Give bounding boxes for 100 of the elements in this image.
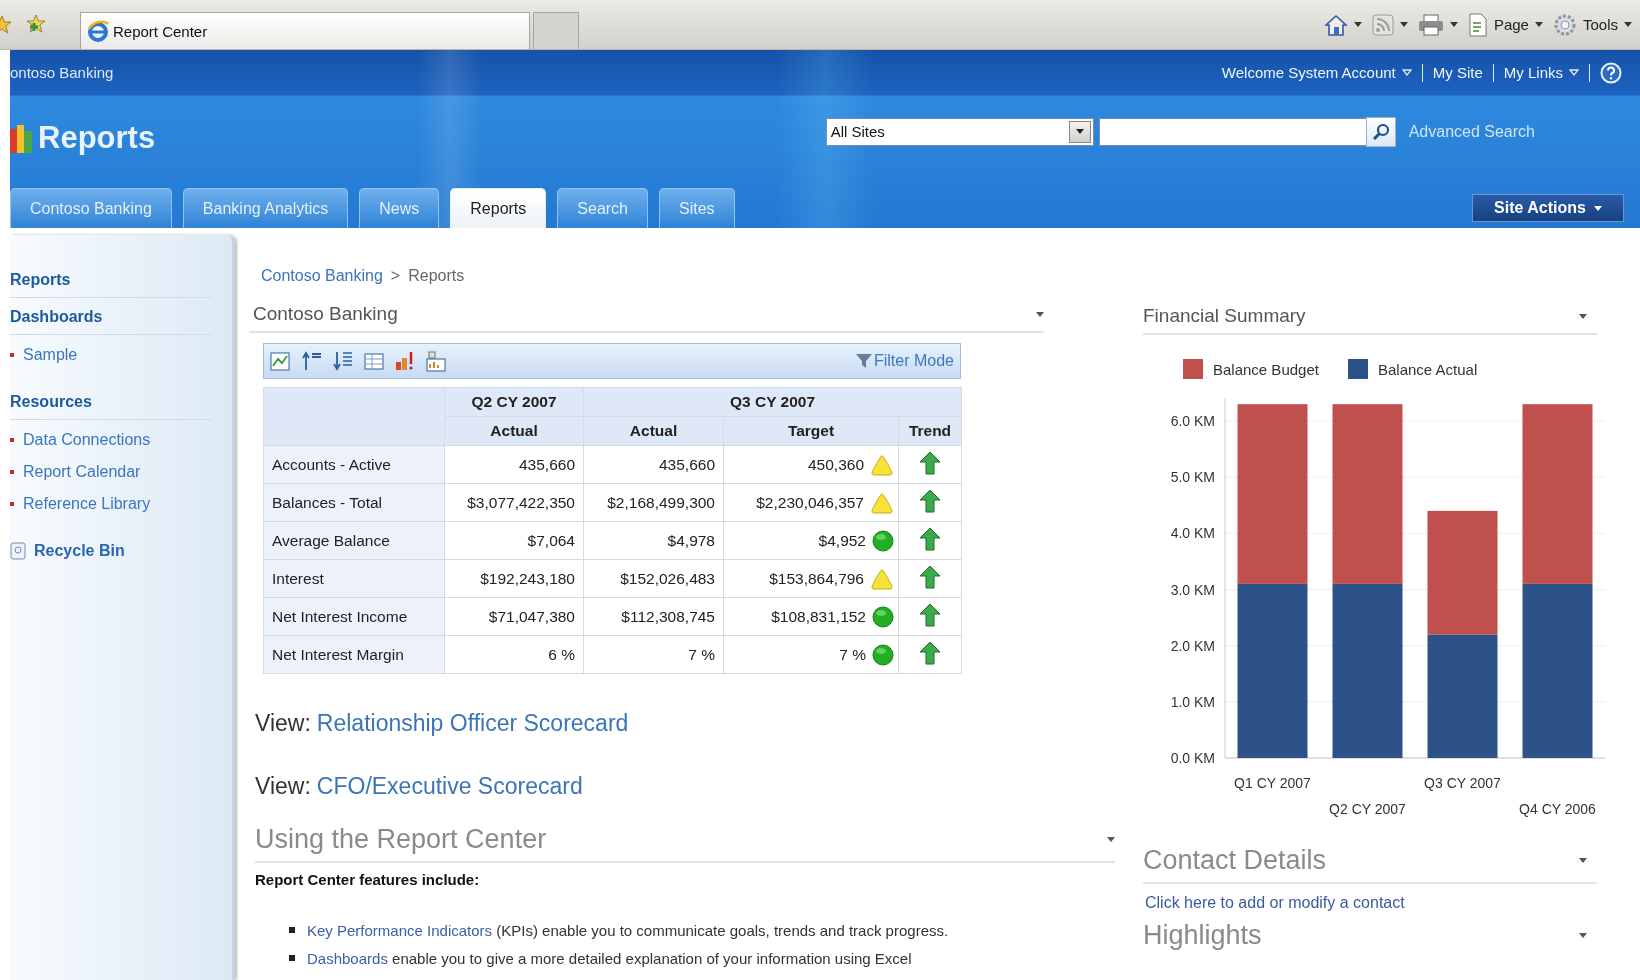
- scorecard-link[interactable]: CFO/Executive Scorecard: [316, 773, 583, 800]
- tab-title: Report Center: [113, 22, 208, 40]
- menu-caret-icon[interactable]: [1579, 933, 1587, 938]
- table-cell: $2,230,046,357: [756, 493, 864, 512]
- menu-caret-icon[interactable]: [1401, 69, 1412, 76]
- bullet-icon: [10, 470, 14, 474]
- gear-icon[interactable]: [1552, 12, 1577, 37]
- table-chart-icon[interactable]: [425, 350, 447, 372]
- table-cell: 7 %: [839, 645, 866, 664]
- column-header: Target: [723, 416, 899, 446]
- view-label: View:: [255, 710, 311, 737]
- site-name[interactable]: ontoso Banking: [10, 64, 114, 81]
- dropdown-caret-icon[interactable]: [1353, 22, 1362, 27]
- sort-down-icon[interactable]: [332, 350, 354, 372]
- breadcrumb-link[interactable]: Contoso Banking: [261, 267, 383, 285]
- home-icon[interactable]: [1323, 13, 1348, 36]
- axis-category-label: Q1 CY 2007: [1234, 775, 1311, 791]
- row-label: Net Interest Income: [263, 597, 445, 636]
- table-cell: $4,952: [818, 531, 866, 550]
- row-label: Net Interest Margin: [263, 635, 445, 674]
- grid-icon[interactable]: [363, 350, 385, 372]
- menu-caret-icon[interactable]: [1036, 311, 1044, 317]
- nav-heading[interactable]: Resources: [10, 387, 212, 420]
- axis-tick-label: 5.0 KM: [1170, 469, 1215, 486]
- table-cell: 435,660: [583, 445, 724, 484]
- column-group-header: Q2 CY 2007: [444, 387, 584, 417]
- bullet-icon: [10, 438, 14, 442]
- webpart-title: Using the Report Center: [255, 824, 547, 855]
- sort-up-icon[interactable]: [301, 350, 323, 372]
- table-cell: $7,064: [444, 521, 584, 560]
- nav-tab[interactable]: Reports: [450, 188, 547, 228]
- nav-link[interactable]: Reference Library: [23, 495, 151, 513]
- scope-dropdown[interactable]: All Sites: [825, 117, 1094, 146]
- column-group-header: Q3 CY 2007: [583, 387, 962, 417]
- axis-tick-label: 0.0 KM: [1170, 750, 1215, 766]
- legend-label: Balance Actual: [1378, 361, 1478, 378]
- scorecard-link[interactable]: Relationship Officer Scorecard: [316, 710, 629, 737]
- dropdown-arrow-icon[interactable]: [1075, 129, 1084, 134]
- table-cell: $152,026,483: [583, 559, 724, 598]
- search-field[interactable]: [1098, 117, 1367, 146]
- toolbar-command[interactable]: Tools: [1582, 16, 1618, 33]
- site-actions-button[interactable]: Site Actions: [1472, 194, 1624, 222]
- dropdown-caret-icon[interactable]: [1593, 205, 1602, 211]
- nav-link[interactable]: Report Calendar: [23, 463, 141, 481]
- axis-tick-label: 6.0 KM: [1170, 413, 1215, 429]
- table-cell: 7 %: [583, 635, 724, 674]
- menu-caret-icon[interactable]: [1579, 858, 1587, 863]
- column-header: Trend: [898, 416, 962, 446]
- row-label: Balances - Total: [263, 483, 445, 522]
- row-label: Accounts - Active: [263, 445, 445, 484]
- webpart-title: Financial Summary: [1143, 305, 1306, 327]
- axis-category-label: Q2 CY 2007: [1329, 801, 1406, 817]
- table-cell: $71,047,380: [444, 597, 584, 636]
- column-header: Actual: [583, 416, 724, 446]
- table-cell: $4,978: [583, 521, 724, 560]
- axis-category-label: Q4 CY 2006: [1519, 801, 1596, 817]
- header-link[interactable]: My Links: [1503, 64, 1563, 81]
- menu-caret-icon[interactable]: [1107, 837, 1115, 842]
- feature-link[interactable]: Dashboards: [307, 949, 388, 967]
- legend-label: Balance Budget: [1213, 361, 1319, 378]
- advanced-search-link[interactable]: Advanced Search: [1408, 122, 1535, 141]
- table-cell: 435,660: [444, 445, 584, 484]
- table-cell: $108,831,152: [771, 607, 866, 626]
- nav-heading[interactable]: Reports: [10, 265, 212, 298]
- row-label: Average Balance: [263, 521, 445, 560]
- contact-link[interactable]: Click here to add or modify a contact: [1145, 894, 1597, 912]
- nav-link[interactable]: Data Connections: [23, 431, 151, 449]
- table-cell: 450,360: [807, 455, 864, 474]
- header-link[interactable]: Welcome System Account: [1221, 64, 1396, 81]
- filter-mode-button[interactable]: Filter Mode: [854, 352, 954, 370]
- row-label: Interest: [263, 559, 445, 598]
- header-link[interactable]: My Site: [1432, 64, 1483, 81]
- books-icon: [10, 122, 32, 153]
- nav-link[interactable]: Sample: [23, 346, 78, 364]
- webpart-title: Contact Details: [1143, 845, 1327, 876]
- dropdown-caret-icon[interactable]: [1534, 22, 1543, 27]
- table-cell: $153,864,796: [769, 569, 864, 588]
- dropdown-caret-icon[interactable]: [1624, 22, 1632, 27]
- axis-tick-label: 3.0 KM: [1170, 581, 1215, 598]
- printer-icon[interactable]: [1417, 13, 1444, 36]
- dropdown-caret-icon[interactable]: [1449, 22, 1458, 27]
- filter-icon: [854, 352, 873, 370]
- page-icon[interactable]: [1467, 12, 1488, 37]
- help-icon[interactable]: [1600, 61, 1622, 84]
- menu-caret-icon[interactable]: [1579, 313, 1587, 319]
- toolbar-command[interactable]: Page: [1493, 16, 1529, 33]
- table-cell: $192,243,180: [444, 559, 584, 598]
- webpart-title: Highlights: [1143, 920, 1262, 951]
- nav-link[interactable]: Recycle Bin: [34, 542, 125, 560]
- menu-caret-icon[interactable]: [1569, 69, 1579, 76]
- site-title: Reports: [38, 119, 156, 156]
- table-cell: $2,168,499,300: [583, 483, 724, 522]
- recycle-bin-icon: [10, 542, 26, 560]
- view-label: View:: [255, 773, 311, 800]
- browser-tab[interactable]: Report Center: [80, 12, 530, 49]
- search-button[interactable]: [1365, 116, 1396, 147]
- feature-link[interactable]: Key Performance Indicators: [307, 921, 493, 939]
- dropdown-caret-icon[interactable]: [1399, 22, 1408, 27]
- chart-window-icon[interactable]: [270, 350, 292, 372]
- nav-heading[interactable]: Dashboards: [10, 302, 212, 335]
